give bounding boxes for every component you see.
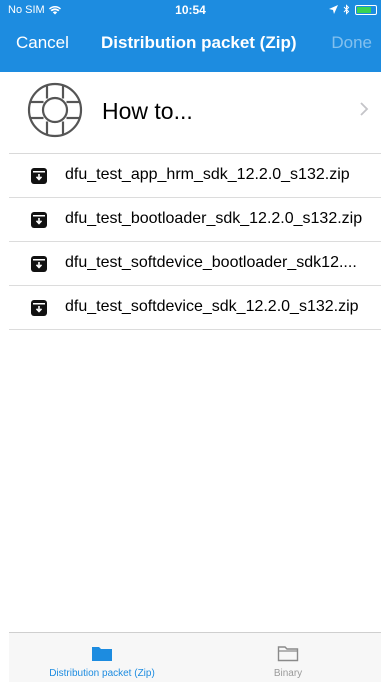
battery-level (357, 6, 372, 13)
file-row[interactable]: dfu_test_app_hrm_sdk_12.2.0_s132.zip (9, 154, 381, 198)
status-time: 10:54 (175, 3, 206, 17)
status-right (329, 4, 377, 15)
file-name: dfu_test_softdevice_bootloader_sdk12.... (65, 254, 357, 271)
tab-label: Distribution packet (Zip) (49, 668, 155, 679)
battery-icon (355, 4, 377, 15)
tab-bar: Distribution packet (Zip) Binary (9, 632, 381, 682)
file-list: dfu_test_app_hrm_sdk_12.2.0_s132.zip dfu… (9, 154, 381, 330)
archive-icon (31, 300, 47, 316)
archive-icon (31, 168, 47, 184)
folder-outline-icon (277, 646, 299, 662)
file-row[interactable]: dfu_test_bootloader_sdk_12.2.0_s132.zip (9, 198, 381, 242)
location-icon (329, 5, 338, 14)
bluetooth-icon (343, 4, 350, 15)
file-name: dfu_test_bootloader_sdk_12.2.0_s132.zip (65, 210, 363, 227)
file-name: dfu_test_softdevice_sdk_12.2.0_s132.zip (65, 298, 359, 315)
lifebuoy-icon (27, 82, 83, 138)
tab-label: Binary (273, 668, 303, 679)
how-to-label: How to... (102, 98, 193, 124)
screen: No SIM 10:54 Cancel Distribution packet … (0, 0, 381, 682)
status-bar: No SIM 10:54 (0, 0, 381, 20)
file-row[interactable]: dfu_test_softdevice_sdk_12.2.0_s132.zip (9, 286, 381, 330)
archive-icon (31, 256, 47, 272)
file-row[interactable]: dfu_test_softdevice_bootloader_sdk12.... (9, 242, 381, 286)
left-edge (0, 72, 9, 682)
page-title: Distribution packet (Zip) (101, 33, 297, 52)
cancel-button[interactable]: Cancel (16, 33, 69, 53)
archive-icon (31, 212, 47, 228)
file-name: dfu_test_app_hrm_sdk_12.2.0_s132.zip (65, 166, 350, 183)
chevron-right-icon (360, 102, 369, 116)
tab-distribution-packet[interactable]: Distribution packet (Zip) (9, 633, 195, 682)
navigation-bar: Cancel Distribution packet (Zip) Done (0, 20, 381, 72)
done-button[interactable]: Done (331, 33, 372, 53)
how-to-row[interactable]: How to... (9, 72, 381, 154)
tab-binary[interactable]: Binary (195, 633, 381, 682)
folder-filled-icon (92, 647, 112, 661)
